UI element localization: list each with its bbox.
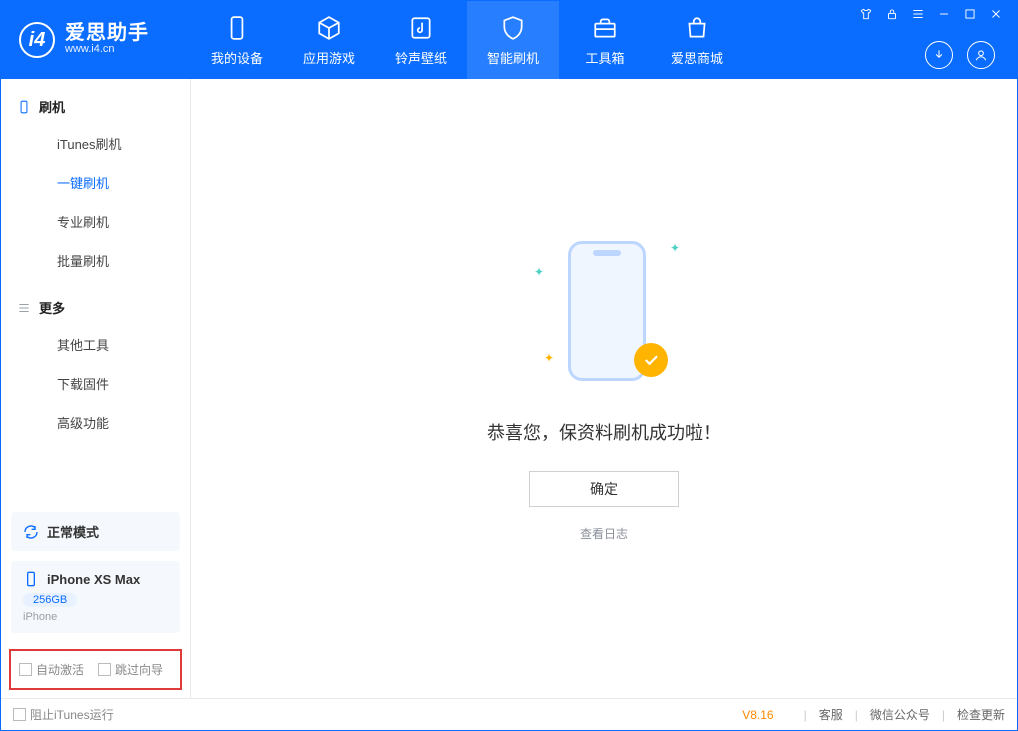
sidebar-item-advanced[interactable]: 高级功能: [1, 403, 190, 442]
version-label: V8.16: [742, 708, 773, 722]
tshirt-icon[interactable]: [859, 7, 873, 21]
close-button[interactable]: [989, 7, 1003, 21]
menu-icon[interactable]: [911, 7, 925, 21]
sidebar-item-itunes-flash[interactable]: iTunes刷机: [1, 124, 190, 163]
sparkle-icon: ✦: [534, 265, 544, 279]
window-controls: [859, 7, 1003, 21]
option-row-highlight: 自动激活 跳过向导: [9, 649, 182, 690]
sidebar-item-batch-flash[interactable]: 批量刷机: [1, 241, 190, 280]
checkbox-icon: [13, 708, 26, 721]
device-icon: [223, 14, 251, 42]
list-icon: [17, 301, 31, 315]
user-button[interactable]: [967, 41, 995, 69]
checkbox-block-itunes[interactable]: 阻止iTunes运行: [13, 706, 114, 723]
bag-icon: [683, 14, 711, 42]
sidebar-item-pro-flash[interactable]: 专业刷机: [1, 202, 190, 241]
nav-apps-games[interactable]: 应用游戏: [283, 1, 375, 79]
nav-ringtones[interactable]: 铃声壁纸: [375, 1, 467, 79]
mode-card[interactable]: 正常模式: [11, 512, 180, 551]
success-message: 恭喜您，保资料刷机成功啦！: [487, 419, 721, 445]
device-type: iPhone: [23, 611, 168, 623]
sidebar-section-label: 刷机: [39, 97, 65, 116]
nav-toolbox[interactable]: 工具箱: [559, 1, 651, 79]
cube-icon: [315, 14, 343, 42]
checkbox-label: 自动激活: [36, 661, 84, 678]
device-card[interactable]: iPhone XS Max 256GB iPhone: [11, 561, 180, 633]
checkbox-icon: [98, 663, 111, 676]
download-button[interactable]: [925, 41, 953, 69]
device-cards: 正常模式 iPhone XS Max 256GB iPhone: [1, 502, 190, 643]
nav-smart-flash[interactable]: 智能刷机: [467, 1, 559, 79]
checkbox-skip-guide[interactable]: 跳过向导: [98, 661, 163, 678]
wechat-link[interactable]: 微信公众号: [870, 706, 930, 723]
ok-button[interactable]: 确定: [529, 471, 679, 507]
nav-label: 铃声壁纸: [395, 48, 447, 67]
mode-label: 正常模式: [47, 522, 99, 541]
nav-store[interactable]: 爱思商城: [651, 1, 743, 79]
phone-icon: [17, 100, 31, 114]
shield-icon: [499, 14, 527, 42]
refresh-icon: [23, 524, 39, 540]
music-icon: [407, 14, 435, 42]
nav-label: 应用游戏: [303, 48, 355, 67]
main-content: ✦ ✦ ✦ 恭喜您，保资料刷机成功啦！ 确定 查看日志: [191, 79, 1017, 698]
toolbox-icon: [591, 14, 619, 42]
lock-icon[interactable]: [885, 7, 899, 21]
top-nav: 我的设备 应用游戏 铃声壁纸 智能刷机 工具箱 爱思商城: [191, 1, 743, 79]
device-capacity: 256GB: [23, 593, 77, 607]
app-name: 爱思助手: [65, 23, 149, 43]
maximize-button[interactable]: [963, 7, 977, 21]
sidebar-item-oneclick-flash[interactable]: 一键刷机: [1, 163, 190, 202]
sidebar-section-more: 更多: [1, 280, 190, 325]
logo: i4 爱思助手 www.i4.cn: [1, 1, 191, 79]
sidebar: 刷机 iTunes刷机 一键刷机 专业刷机 批量刷机 更多 其他工具 下载固件 …: [1, 79, 191, 698]
support-link[interactable]: 客服: [819, 706, 843, 723]
device-name: iPhone XS Max: [47, 572, 140, 587]
nav-my-device[interactable]: 我的设备: [191, 1, 283, 79]
header: i4 爱思助手 www.i4.cn 我的设备 应用游戏 铃声壁纸 智能刷机: [1, 1, 1017, 79]
nav-label: 爱思商城: [671, 48, 723, 67]
check-badge-icon: [634, 343, 668, 377]
checkbox-auto-activate[interactable]: 自动激活: [19, 661, 84, 678]
sparkle-icon: ✦: [544, 351, 554, 365]
checkbox-label: 阻止iTunes运行: [30, 706, 114, 723]
body: 刷机 iTunes刷机 一键刷机 专业刷机 批量刷机 更多 其他工具 下载固件 …: [1, 79, 1017, 698]
footer: 阻止iTunes运行 V8.16 | 客服 | 微信公众号 | 检查更新: [1, 698, 1017, 730]
sparkle-icon: ✦: [670, 241, 680, 255]
minimize-button[interactable]: [937, 7, 951, 21]
nav-label: 我的设备: [211, 48, 263, 67]
sidebar-section-label: 更多: [39, 298, 65, 317]
app-url: www.i4.cn: [65, 43, 149, 56]
phone-icon: [23, 571, 39, 587]
nav-label: 智能刷机: [487, 48, 539, 67]
sidebar-item-other-tools[interactable]: 其他工具: [1, 325, 190, 364]
logo-icon: i4: [19, 22, 55, 58]
success-illustration: ✦ ✦ ✦: [534, 235, 674, 395]
view-log-link[interactable]: 查看日志: [580, 525, 628, 542]
app-window: i4 爱思助手 www.i4.cn 我的设备 应用游戏 铃声壁纸 智能刷机: [0, 0, 1018, 731]
checkbox-label: 跳过向导: [115, 661, 163, 678]
nav-label: 工具箱: [585, 48, 624, 67]
header-buttons: [925, 41, 1003, 69]
checkbox-icon: [19, 663, 32, 676]
sidebar-section-flash: 刷机: [1, 79, 190, 124]
header-right: [859, 1, 1009, 79]
check-update-link[interactable]: 检查更新: [957, 706, 1005, 723]
sidebar-item-download-fw[interactable]: 下载固件: [1, 364, 190, 403]
